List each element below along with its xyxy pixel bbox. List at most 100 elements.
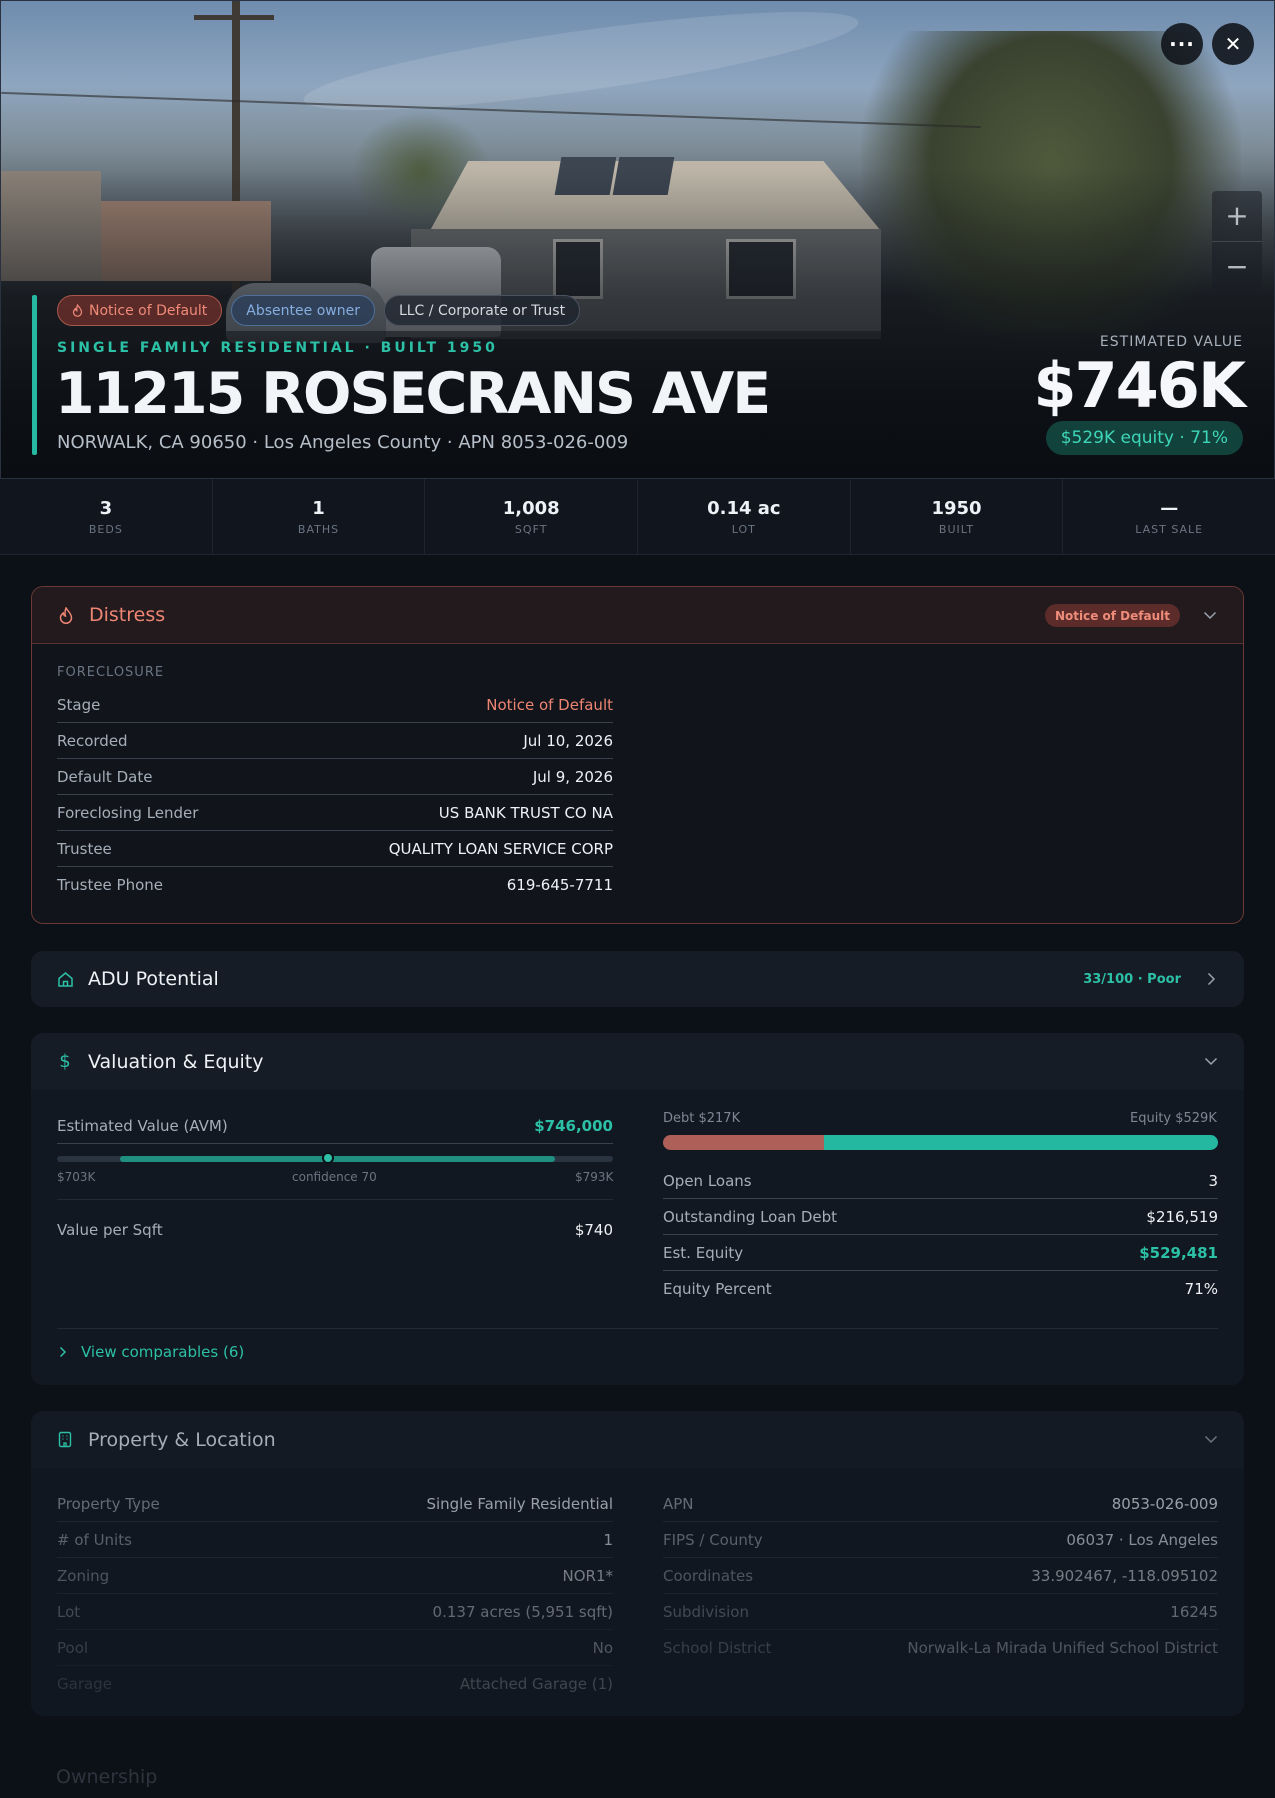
adu-title: ADU Potential	[88, 968, 219, 990]
loan-debt-row: Outstanding Loan Debt $216,519	[663, 1199, 1218, 1235]
stat-label: SQFT	[514, 522, 548, 536]
hero-photo: ··· ✕ + − Notice of Default Absentee own…	[0, 0, 1275, 479]
row-key: # of Units	[57, 1530, 132, 1549]
stat-label: BATHS	[297, 522, 340, 536]
distress-card: Distress Notice of Default FORECLOSURE S…	[31, 586, 1244, 924]
row-key: Pool	[57, 1638, 89, 1657]
tag-llc-corporate-trust[interactable]: LLC / Corporate or Trust	[383, 295, 581, 326]
value-range-fill	[119, 1156, 555, 1162]
view-comparables-link[interactable]: View comparables (6)	[59, 1343, 244, 1361]
property-location-title: Property & Location	[88, 1428, 276, 1451]
distress-row-stage: Stage Notice of Default	[57, 687, 613, 723]
est-equity-row: Est. Equity $529,481	[663, 1235, 1218, 1271]
row-key: School District	[663, 1639, 772, 1657]
map-zoom-control: + −	[1212, 191, 1262, 291]
adu-card[interactable]: ADU Potential 33/100 · Poor	[31, 951, 1244, 1007]
flame-icon	[57, 605, 75, 625]
property-location-header[interactable]: Property & Location	[31, 1411, 1244, 1468]
row-value: 8053-026-009	[1111, 1494, 1218, 1513]
row-value: Notice of Default	[486, 695, 613, 714]
chevron-down-icon[interactable]	[1203, 1432, 1219, 1448]
building-icon	[56, 1430, 74, 1450]
debt-segment	[663, 1135, 824, 1150]
row-key: Garage	[57, 1675, 112, 1693]
valuation-title: Valuation & Equity	[88, 1050, 264, 1073]
row-key: Property Type	[57, 1494, 160, 1513]
more-options-button[interactable]: ···	[1161, 23, 1203, 65]
value-point-marker	[321, 1152, 334, 1164]
row-key: Coordinates	[663, 1566, 754, 1585]
avm-row: Estimated Value (AVM) $746,000	[57, 1108, 613, 1144]
stat-sqft: 1,008 SQFT	[425, 479, 639, 554]
distress-header[interactable]: Distress Notice of Default	[32, 587, 1243, 644]
row-key: Open Loans	[663, 1171, 752, 1190]
row-value: 0.137 acres (5,951 sqft)	[432, 1602, 613, 1621]
tag-label: Notice of Default	[89, 302, 208, 319]
stat-label: BUILT	[938, 522, 975, 536]
equity-percent-row: Equity Percent 71%	[663, 1271, 1218, 1307]
row-value: NOR1*	[562, 1566, 614, 1585]
view-comparables-label: View comparables (6)	[81, 1343, 245, 1361]
property-address: 11215 ROSECRANS AVE	[55, 361, 771, 427]
distress-row-default-date: Default Date Jul 9, 2026	[57, 759, 613, 795]
more-icon: ···	[1169, 32, 1195, 56]
value-range-bar	[57, 1152, 613, 1164]
distress-title: Distress	[89, 604, 166, 626]
chevron-down-icon[interactable]	[1203, 1054, 1219, 1070]
tag-absentee-owner[interactable]: Absentee owner	[231, 295, 375, 326]
row-value: 16245	[1170, 1602, 1218, 1621]
ownership-section-title[interactable]: Ownership	[56, 1766, 157, 1788]
distress-row-trustee: Trustee QUALITY LOAN SERVICE CORP	[57, 831, 613, 867]
prop-row-zoning: Zoning NOR1*	[57, 1558, 613, 1594]
stat-value: 0.14 ac	[707, 497, 781, 519]
row-key: Zoning	[57, 1566, 110, 1585]
avm-value: $746,000	[534, 1116, 613, 1135]
estimated-value: $746K	[1033, 349, 1246, 422]
prop-row-school-district: School District Norwalk-La Mirada Unified…	[663, 1630, 1218, 1666]
chevron-right-icon[interactable]	[1203, 971, 1219, 987]
row-value: 1	[603, 1530, 613, 1549]
chevron-right-icon	[59, 1346, 67, 1358]
stat-value: 3	[99, 497, 113, 519]
prop-row-type: Property Type Single Family Residential	[57, 1486, 613, 1522]
close-icon: ✕	[1224, 32, 1242, 56]
row-key: Recorded	[57, 731, 128, 750]
valuation-header[interactable]: $ Valuation & Equity	[31, 1033, 1244, 1090]
open-loans-row: Open Loans 3	[663, 1163, 1218, 1199]
stat-value: 1,008	[502, 497, 560, 519]
row-key: Stage	[57, 695, 101, 714]
row-key: Est. Equity	[663, 1243, 744, 1262]
row-key: FIPS / County	[663, 1530, 763, 1549]
range-high-label: $793K	[575, 1170, 614, 1184]
zoom-out-button[interactable]: −	[1212, 242, 1262, 292]
hero-accent-bar	[32, 295, 37, 455]
chevron-down-icon[interactable]	[1202, 608, 1218, 624]
row-value: 3	[1208, 1171, 1218, 1190]
row-value: 619-645-7711	[506, 876, 613, 894]
equity-pill: $529K equity · 71%	[1045, 421, 1243, 455]
stat-value: 1	[312, 497, 325, 519]
prop-row-units: # of Units 1	[57, 1522, 613, 1558]
home-icon	[56, 969, 74, 989]
row-key: Default Date	[57, 767, 153, 786]
row-value: $529,481	[1139, 1243, 1218, 1262]
tag-notice-of-default[interactable]: Notice of Default	[57, 295, 223, 326]
prop-row-subdivision: Subdivision 16245	[663, 1594, 1218, 1630]
tag-label: Absentee owner	[246, 302, 360, 319]
stat-lot: 0.14 ac LOT	[638, 479, 851, 554]
close-button[interactable]: ✕	[1212, 23, 1254, 65]
row-value: 33.902467, -118.095102	[1031, 1566, 1218, 1585]
stats-bar: 3 BEDS 1 BATHS 1,008 SQFT 0.14 ac LOT 1950 BU…	[0, 479, 1275, 555]
zoom-in-button[interactable]: +	[1212, 191, 1262, 242]
prop-row-lot: Lot 0.137 acres (5,951 sqft)	[57, 1594, 613, 1630]
row-value: US BANK TRUST CO NA	[438, 803, 613, 822]
distress-row-recorded: Recorded Jul 10, 2026	[57, 723, 613, 759]
estimated-value-label: ESTIMATED VALUE	[1099, 334, 1243, 350]
distress-row-lender: Foreclosing Lender US BANK TRUST CO NA	[57, 795, 613, 831]
adu-header[interactable]: ADU Potential 33/100 · Poor	[31, 951, 1244, 1007]
row-value: No	[592, 1638, 613, 1657]
divider	[57, 1199, 613, 1200]
row-value: Jul 9, 2026	[532, 767, 613, 786]
stat-label: BEDS	[88, 522, 123, 536]
stat-beds: 3 BEDS	[0, 479, 213, 554]
